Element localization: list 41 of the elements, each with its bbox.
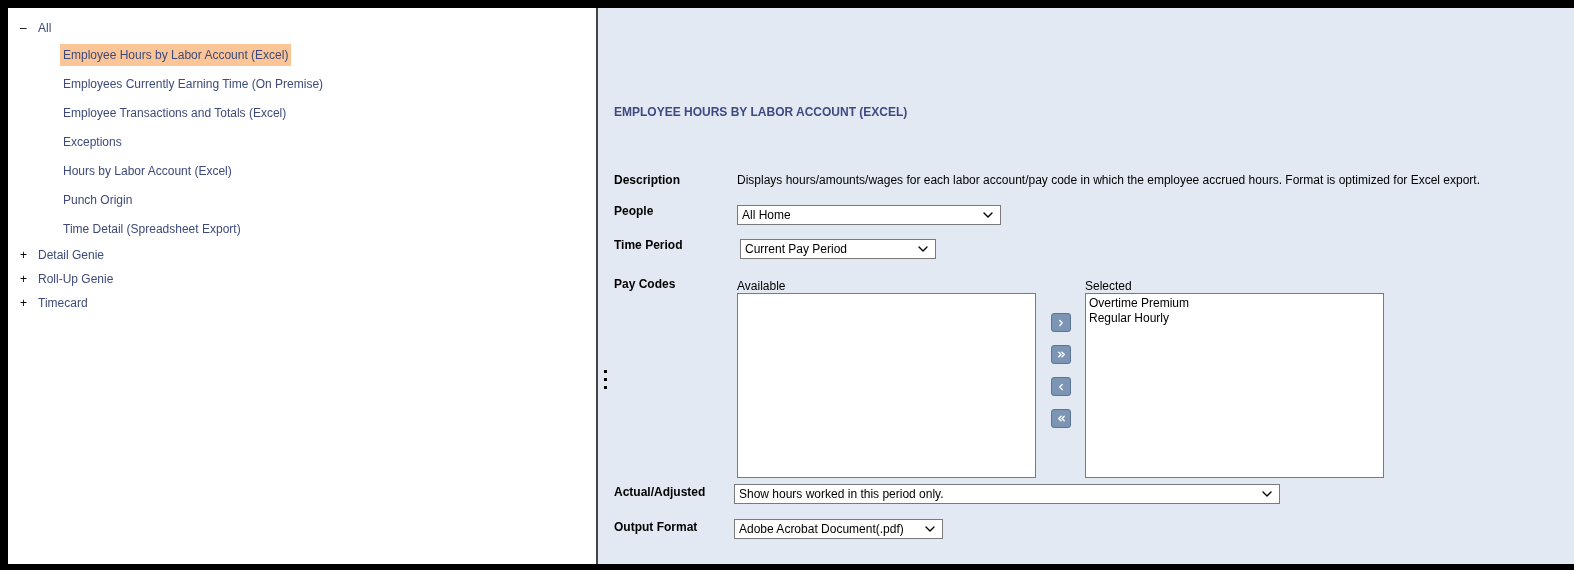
- output-format-select[interactable]: Adobe Acrobat Document(.pdf): [734, 519, 943, 539]
- people-select[interactable]: All Home: [737, 205, 1001, 225]
- move-button[interactable]: [1051, 345, 1071, 364]
- field-label: Description: [614, 172, 681, 189]
- chevron-right-icon: [1056, 317, 1066, 328]
- selected-list[interactable]: Overtime Premium Regular Hourly: [1085, 293, 1384, 478]
- tree-node[interactable]: Timecard: [38, 294, 88, 312]
- list-option[interactable]: Regular Hourly: [1086, 311, 1383, 326]
- tree-item[interactable]: Hours by Labor Account (Excel): [60, 159, 235, 182]
- tree-node[interactable]: Detail Genie: [38, 246, 105, 264]
- time-period-select[interactable]: Current Pay Period: [740, 239, 936, 259]
- tree-node[interactable]: Roll-Up Genie: [38, 270, 114, 288]
- chevron-left-icon: [1056, 381, 1066, 392]
- tree-item[interactable]: Time Detail (Spreadsheet Export): [60, 217, 244, 240]
- move-button[interactable]: [1051, 377, 1071, 396]
- list-option[interactable]: Overtime Premium: [1086, 296, 1383, 311]
- tree-toggle[interactable]: –: [20, 19, 36, 37]
- tree-toggle[interactable]: +: [20, 246, 36, 264]
- tree-toggle[interactable]: +: [20, 270, 36, 288]
- list-label: Available: [737, 279, 787, 293]
- move-button[interactable]: [1051, 313, 1071, 332]
- field-label: Output Format: [614, 519, 699, 536]
- tree-toggle[interactable]: +: [20, 294, 36, 312]
- field-label: Pay Codes: [614, 276, 677, 293]
- double-chevron-right-icon: [1055, 349, 1067, 360]
- tree-item[interactable]: Employee Hours by Labor Account (Excel): [60, 43, 292, 66]
- tree-item[interactable]: Employees Currently Earning Time (On Premise): [60, 72, 327, 95]
- field-label: Time Period: [614, 237, 684, 254]
- list-label: Selected: [1085, 279, 1133, 293]
- report-title: EMPLOYEE HOURS BY LABOR ACCOUNT (EXCEL): [614, 104, 909, 121]
- double-chevron-left-icon: [1055, 413, 1067, 424]
- tree-item[interactable]: Punch Origin: [60, 188, 136, 211]
- tree-item[interactable]: Exceptions: [60, 130, 125, 153]
- actual-adjusted-select[interactable]: Show hours worked in this period only.: [734, 484, 1280, 504]
- move-button[interactable]: [1051, 409, 1071, 428]
- field-label: People: [614, 203, 655, 220]
- field-label: Actual/Adjusted: [614, 484, 707, 501]
- description-text: Displays hours/amounts/wages for each labor account/pay code in which the employee accrued hours. Format is optimized for Excel export.: [737, 172, 1481, 189]
- splitter-handle-icon[interactable]: [604, 370, 607, 389]
- tree-node[interactable]: All: [38, 19, 52, 37]
- tree-item[interactable]: Employee Transactions and Totals (Excel): [60, 101, 290, 124]
